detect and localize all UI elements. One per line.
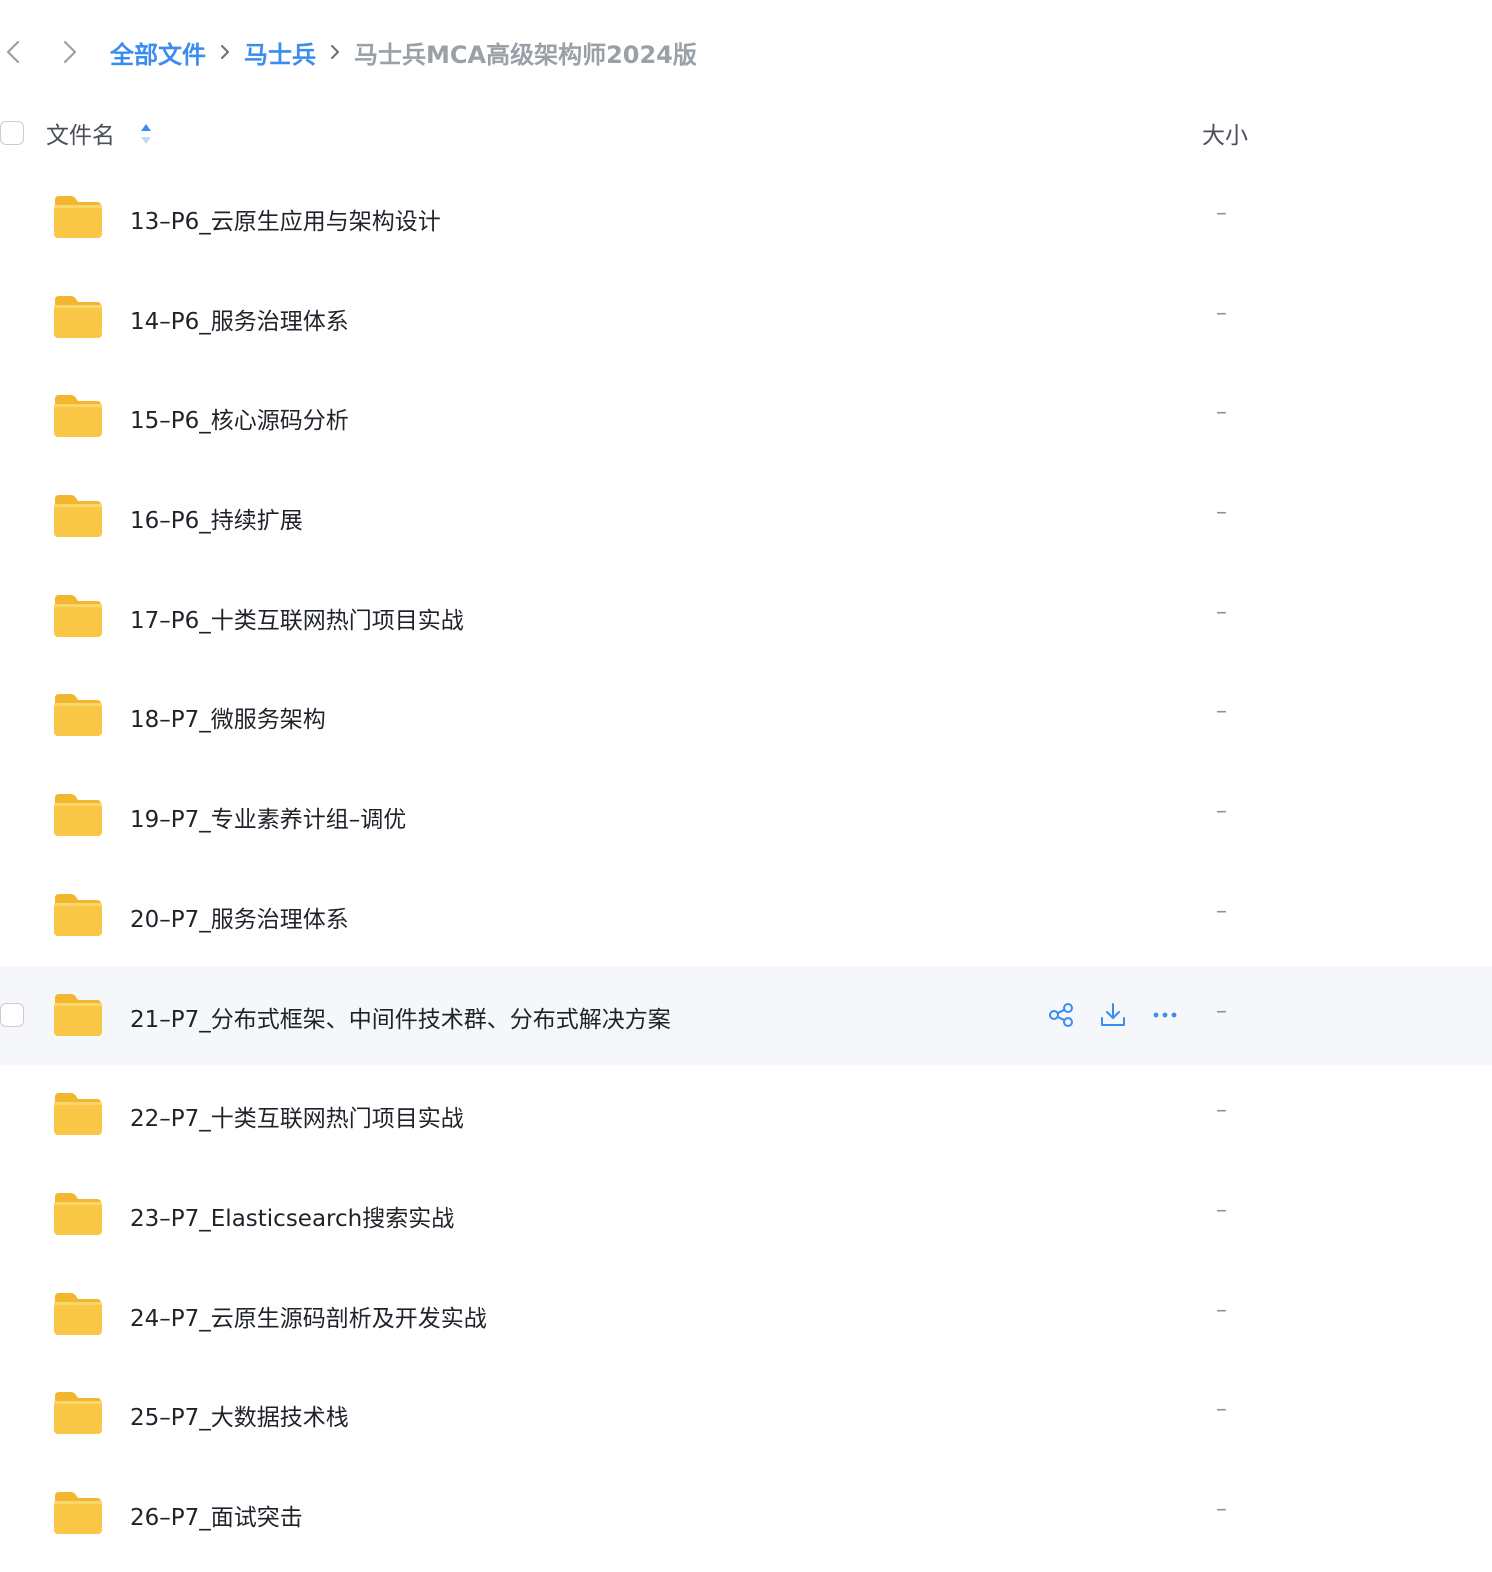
file-size: – <box>1216 400 1227 426</box>
row-checkbox[interactable] <box>0 1002 24 1027</box>
file-name[interactable]: 18–P7_微服务架构 <box>130 700 326 734</box>
download-icon[interactable] <box>1098 1000 1128 1030</box>
folder-icon <box>52 1091 104 1137</box>
file-size: – <box>1216 1098 1227 1124</box>
file-size: – <box>1216 1397 1227 1423</box>
more-icon[interactable] <box>1150 1000 1180 1030</box>
file-name[interactable]: 22–P7_十类互联网热门项目实战 <box>130 1099 464 1133</box>
file-row[interactable]: 16–P6_持续扩展 – <box>0 467 1492 567</box>
file-name[interactable]: 24–P7_云原生源码剖析及开发实战 <box>130 1299 487 1333</box>
file-size: – <box>1216 998 1227 1024</box>
chevron-right-icon <box>324 41 346 63</box>
file-row[interactable]: 13–P6_云原生应用与架构设计 – <box>0 168 1492 268</box>
file-size: – <box>1216 201 1227 226</box>
file-size: – <box>1216 500 1227 526</box>
file-size: – <box>1216 898 1227 924</box>
file-name[interactable]: 26–P7_面试突击 <box>130 1498 303 1532</box>
file-size: – <box>1216 599 1227 625</box>
folder-icon <box>52 692 104 738</box>
file-name[interactable]: 19–P7_专业素养计组–调优 <box>130 800 406 834</box>
file-name[interactable]: 20–P7_服务治理体系 <box>130 900 349 934</box>
folder-icon <box>52 1191 104 1237</box>
share-icon[interactable] <box>1046 1000 1076 1030</box>
file-row[interactable]: 21–P7_分布式框架、中间件技术群、分布式解决方案 – <box>0 965 1492 1066</box>
folder-icon <box>52 892 104 938</box>
file-row[interactable]: 26–P7_面试突击 – <box>0 1464 1492 1564</box>
top-navigation-bar: 全部文件 马士兵 马士兵MCA高级架构师2024版 <box>0 22 1492 82</box>
column-header-name[interactable]: 文件名 <box>46 116 115 150</box>
file-row[interactable]: 22–P7_十类互联网热门项目实战 – <box>0 1065 1492 1165</box>
file-size: – <box>1216 1297 1227 1323</box>
file-row[interactable]: 23–P7_Elasticsearch搜索实战 – <box>0 1165 1492 1265</box>
file-name[interactable]: 16–P6_持续扩展 <box>130 501 303 535</box>
file-row[interactable]: 14–P6_服务治理体系 – <box>0 268 1492 368</box>
chevron-right-icon <box>214 41 236 63</box>
folder-icon <box>52 294 104 340</box>
file-size: – <box>1216 300 1227 326</box>
file-name[interactable]: 15–P6_核心源码分析 <box>130 401 349 435</box>
file-size: – <box>1216 1197 1227 1223</box>
file-size: – <box>1216 699 1227 725</box>
folder-icon <box>52 792 104 838</box>
folder-icon <box>52 1490 104 1536</box>
file-list: 13–P6_云原生应用与架构设计 –14–P6_服务治理体系 –15–P6_核心源码… <box>0 168 1492 1564</box>
file-name[interactable]: 25–P7_大数据技术栈 <box>130 1398 349 1432</box>
folder-icon <box>52 992 104 1038</box>
file-row[interactable]: 15–P6_核心源码分析 – <box>0 367 1492 467</box>
back-arrow-icon[interactable] <box>0 34 32 70</box>
folder-icon <box>52 593 104 639</box>
file-row[interactable]: 19–P7_专业素养计组–调优 – <box>0 766 1492 866</box>
file-list-header: 文件名 大小 <box>0 102 1492 164</box>
breadcrumb-mashibing[interactable]: 马士兵 <box>244 35 316 70</box>
sort-icon[interactable] <box>136 120 156 148</box>
file-name[interactable]: 23–P7_Elasticsearch搜索实战 <box>130 1199 454 1233</box>
column-header-size[interactable]: 大小 <box>1202 116 1248 150</box>
folder-icon <box>52 493 104 539</box>
file-name[interactable]: 21–P7_分布式框架、中间件技术群、分布式解决方案 <box>130 1000 671 1034</box>
file-name[interactable]: 14–P6_服务治理体系 <box>130 302 349 336</box>
breadcrumb: 全部文件 马士兵 马士兵MCA高级架构师2024版 <box>110 35 697 70</box>
file-row[interactable]: 25–P7_大数据技术栈 – <box>0 1364 1492 1464</box>
file-row[interactable]: 20–P7_服务治理体系 – <box>0 866 1492 966</box>
file-size: – <box>1216 799 1227 825</box>
folder-icon <box>52 1390 104 1436</box>
file-row[interactable]: 24–P7_云原生源码剖析及开发实战 – <box>0 1265 1492 1365</box>
file-size: – <box>1216 1496 1227 1522</box>
folder-icon <box>52 194 104 240</box>
breadcrumb-current: 马士兵MCA高级架构师2024版 <box>354 40 697 69</box>
file-row[interactable]: 17–P6_十类互联网热门项目实战 – <box>0 567 1492 667</box>
file-row[interactable]: 18–P7_微服务架构 – <box>0 666 1492 766</box>
folder-icon <box>52 1291 104 1337</box>
folder-icon <box>52 393 104 439</box>
forward-arrow-icon[interactable] <box>52 34 88 70</box>
row-actions <box>1046 1000 1180 1030</box>
file-name[interactable]: 17–P6_十类互联网热门项目实战 <box>130 601 464 635</box>
select-all-checkbox[interactable] <box>0 121 24 145</box>
file-name[interactable]: 13–P6_云原生应用与架构设计 <box>130 202 441 236</box>
breadcrumb-all-files[interactable]: 全部文件 <box>110 35 206 70</box>
